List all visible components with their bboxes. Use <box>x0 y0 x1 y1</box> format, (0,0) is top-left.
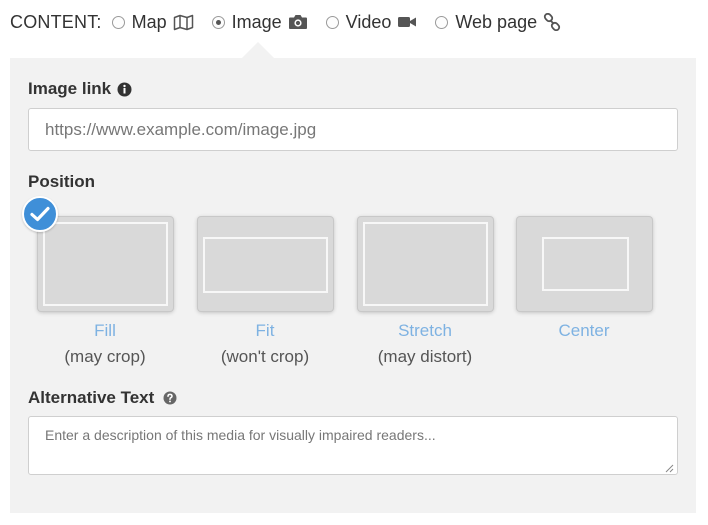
selected-check-icon <box>21 196 58 232</box>
fit-frame <box>202 237 328 293</box>
fill-thumbnail <box>21 196 173 311</box>
fit-subtitle: (won't crop) <box>220 347 310 366</box>
content-option-map[interactable]: Map <box>111 11 194 33</box>
content-type-bar: CONTENT: Map Image Video Web page <box>10 8 579 36</box>
video-camera-icon <box>397 15 417 29</box>
map-icon <box>173 14 194 31</box>
video-option-label: Video <box>345 11 392 32</box>
question-icon[interactable] <box>163 391 177 405</box>
content-option-web-page[interactable]: Web page <box>435 12 561 33</box>
position-options: Fill (may crop) Fit (won't crop) Stretch… <box>21 196 676 367</box>
alt-text-label: Alternative Text <box>28 388 155 407</box>
image-link-input[interactable] <box>28 108 678 151</box>
camera-icon <box>288 14 308 30</box>
image-link-label-row: Image link <box>28 79 132 99</box>
stretch-thumbnail <box>357 217 493 311</box>
position-label-row: Position <box>28 172 95 192</box>
map-option-label: Map <box>131 11 167 32</box>
center-title: Center <box>558 321 610 340</box>
image-option-label: Image <box>231 11 282 32</box>
panel-pointer <box>242 42 274 58</box>
fill-title: Fill <box>94 321 116 340</box>
fit-thumbnail <box>197 217 333 311</box>
content-option-image[interactable]: Image <box>211 11 308 33</box>
image-radio[interactable] <box>211 15 225 29</box>
content-label: CONTENT: <box>10 11 102 32</box>
content-settings-panel: Image link Position Fill (may crop) Fit <box>10 58 696 513</box>
position-option-center[interactable]: Center <box>515 217 653 341</box>
fill-frame <box>42 222 168 306</box>
fit-title: Fit <box>255 321 275 340</box>
alt-text-label-row: Alternative Text <box>28 388 177 408</box>
center-frame <box>541 237 629 291</box>
content-option-video[interactable]: Video <box>325 11 418 33</box>
position-option-fill[interactable]: Fill (may crop) <box>21 196 174 367</box>
stretch-title: Stretch <box>398 321 452 340</box>
map-radio[interactable] <box>111 15 125 29</box>
stretch-subtitle: (may distort) <box>377 347 473 366</box>
link-icon <box>543 13 561 31</box>
resize-grip-icon[interactable] <box>664 460 674 478</box>
video-radio[interactable] <box>325 15 339 29</box>
info-icon[interactable] <box>117 82 132 97</box>
center-thumbnail <box>516 217 652 311</box>
image-link-label: Image link <box>28 79 112 98</box>
web-page-option-label: Web page <box>455 11 538 32</box>
alt-text-textarea[interactable] <box>28 416 678 475</box>
fill-subtitle: (may crop) <box>64 347 146 366</box>
position-option-fit[interactable]: Fit (won't crop) <box>196 217 334 367</box>
stretch-frame <box>362 222 488 306</box>
web-page-radio[interactable] <box>435 15 449 29</box>
position-option-stretch[interactable]: Stretch (may distort) <box>356 217 494 367</box>
position-label: Position <box>28 172 96 191</box>
